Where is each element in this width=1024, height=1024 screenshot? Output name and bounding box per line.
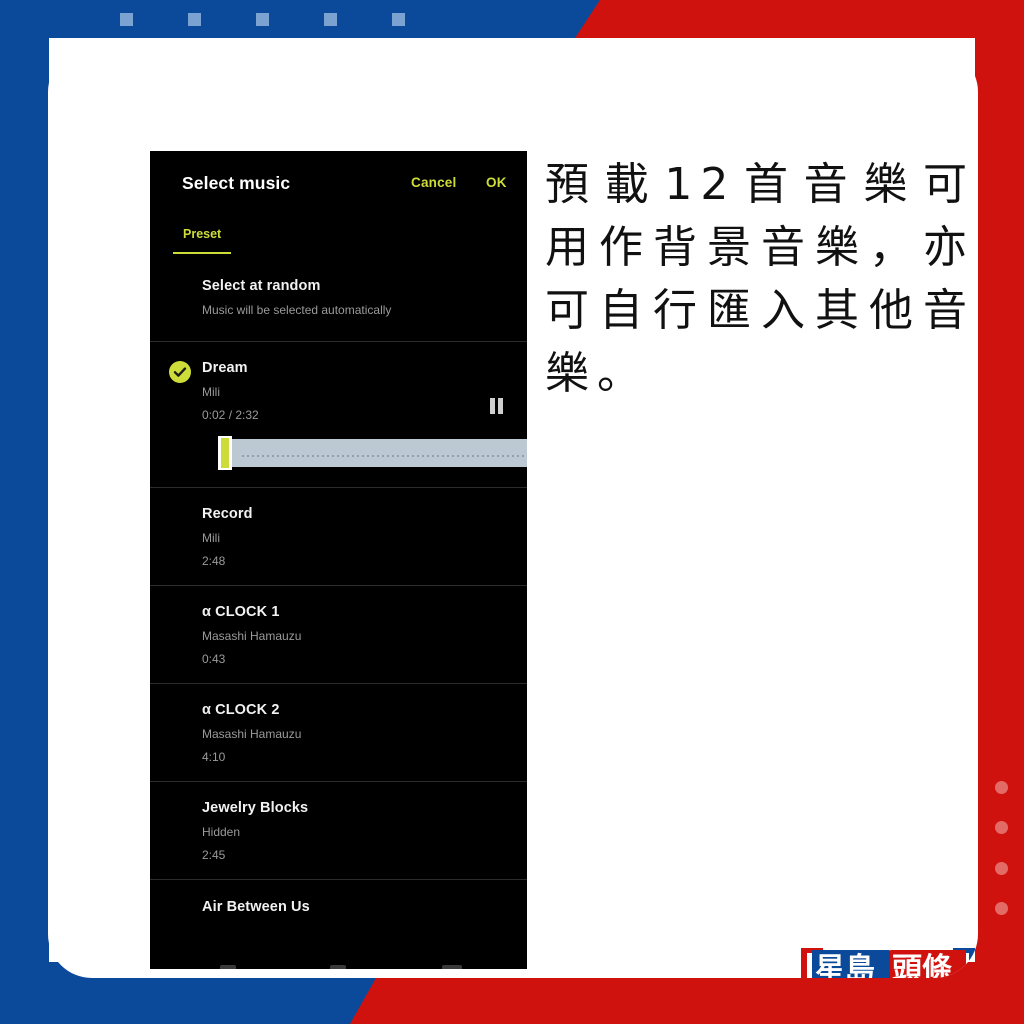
track-title: α CLOCK 2 (202, 702, 280, 718)
waveform-track (224, 439, 527, 467)
top-brand-band (0, 0, 1024, 38)
track-time: 4:10 (202, 750, 226, 764)
track-list: Select at random Music will be selected … (150, 259, 527, 914)
list-item-select-at-random[interactable]: Select at random Music will be selected … (150, 259, 527, 342)
waveform-dotted-line (242, 455, 527, 457)
page-title: Select music (182, 173, 291, 193)
decor-square (392, 13, 405, 26)
pause-icon[interactable] (490, 398, 504, 414)
phone-screenshot: Select music Cancel OK Preset Select at … (150, 151, 527, 969)
content-card: Select music Cancel OK Preset Select at … (48, 48, 978, 978)
decor-square (120, 13, 133, 26)
list-item-track[interactable]: α CLOCK 1 Masashi Hamauzu 0:43 (150, 586, 527, 684)
track-artist: Masashi Hamauzu (202, 727, 302, 741)
list-item-track-partial[interactable]: Air Between Us (150, 880, 527, 914)
decor-dot (995, 862, 1008, 875)
decor-dot (995, 781, 1008, 794)
track-artist: Masashi Hamauzu (202, 629, 302, 643)
random-option-subtitle: Music will be selected automatically (202, 303, 392, 317)
tab-bar: Preset (150, 217, 527, 259)
decor-square (324, 13, 337, 26)
list-item-track[interactable]: Jewelry Blocks Hidden 2:45 (150, 782, 527, 880)
svg-text:頭條: 頭條 (892, 952, 952, 978)
decor-dot (995, 821, 1008, 834)
track-time: 0:02 / 2:32 (202, 408, 259, 422)
list-item-track-selected[interactable]: Dream Mili 0:02 / 2:32 (150, 342, 527, 488)
track-time: 0:43 (202, 652, 226, 666)
list-item-track[interactable]: Record Mili 2:48 (150, 488, 527, 586)
dialog-header: Select music Cancel OK (150, 151, 527, 217)
track-artist: Mili (202, 385, 220, 399)
track-title: Record (202, 506, 253, 522)
check-circle-icon (169, 361, 191, 383)
decor-square (256, 13, 269, 26)
left-band-blue (0, 0, 49, 1024)
decor-dot (995, 902, 1008, 915)
random-option-title: Select at random (202, 278, 321, 294)
system-nav-hint (150, 965, 527, 969)
track-artist: Mili (202, 531, 220, 545)
top-band-blue (0, 0, 625, 38)
playback-progress-bar[interactable] (218, 436, 527, 470)
slide-canvas: Select music Cancel OK Preset Select at … (0, 0, 1024, 1024)
track-time: 2:48 (202, 554, 226, 568)
track-title: α CLOCK 1 (202, 604, 280, 620)
caption-text: 預載12首音樂可用作背景音樂，亦可自行匯入其他音樂。 (545, 159, 975, 399)
track-time: 2:45 (202, 848, 226, 862)
sing-tao-headline-logo: 星島 頭條 (793, 945, 978, 978)
decor-square (188, 13, 201, 26)
track-title: Air Between Us (202, 899, 310, 914)
ok-button[interactable]: OK (486, 175, 507, 190)
track-title: Jewelry Blocks (202, 800, 309, 816)
track-artist: Hidden (202, 825, 241, 839)
cancel-button[interactable]: Cancel (411, 175, 456, 190)
progress-playhead[interactable] (218, 436, 232, 470)
tab-preset[interactable]: Preset (173, 227, 232, 254)
svg-text:星島: 星島 (815, 952, 875, 978)
track-title: Dream (202, 360, 248, 376)
list-item-track[interactable]: α CLOCK 2 Masashi Hamauzu 4:10 (150, 684, 527, 782)
